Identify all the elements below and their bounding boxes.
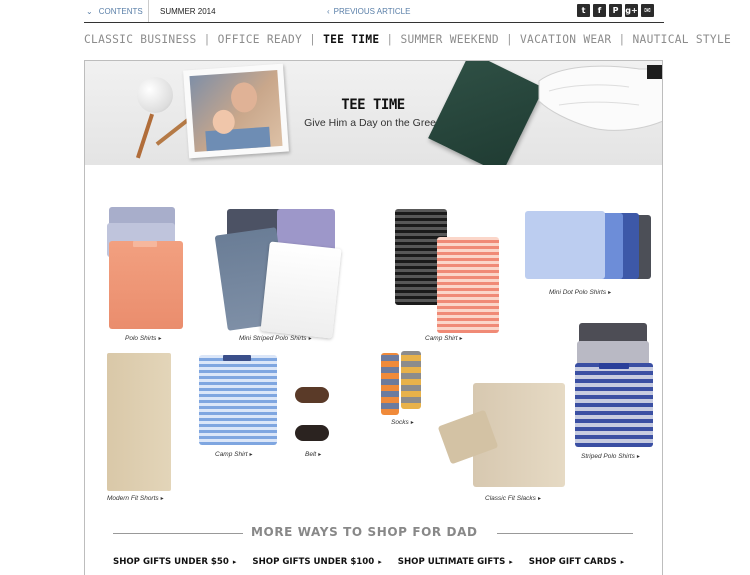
more-ways-section-heading: MORE WAYS TO SHOP FOR DAD	[113, 525, 633, 541]
shop-gifts-under-50-link[interactable]: SHOP GIFTS UNDER $50 ▸	[113, 557, 236, 567]
shop-gifts-under-100-link[interactable]: SHOP GIFTS UNDER $100 ▸	[252, 557, 381, 567]
nav-separator: |	[203, 32, 211, 46]
twitter-icon[interactable]: t	[577, 4, 590, 17]
chevron-left-icon: ‹	[327, 7, 330, 16]
socks-image	[381, 353, 399, 415]
product-modern-fit-shorts[interactable]: Modern Fit Shorts ▸	[101, 349, 191, 509]
divider	[113, 533, 243, 534]
nav-separator: |	[505, 32, 513, 46]
category-tee-time[interactable]: TEE TIME	[323, 33, 379, 46]
content-frame: TEE TIME Give Him a Day on the Green Pol…	[84, 60, 663, 575]
product-polo-shirts[interactable]: Polo Shirts ▸	[103, 201, 183, 342]
collar-detail	[223, 355, 251, 361]
product-mini-dot-polo-shirts[interactable]: Mini Dot Polo Shirts ▸	[523, 207, 659, 307]
product-striped-polo-shirts[interactable]: Striped Polo Shirts ▸	[573, 321, 663, 467]
previous-article-link[interactable]: ‹ PREVIOUS ARTICLE	[327, 7, 410, 16]
divider	[497, 533, 633, 534]
product-label[interactable]: Classic Fit Slacks ▸	[485, 495, 541, 502]
product-label[interactable]: Belt ▸	[305, 451, 321, 458]
category-classic-business[interactable]: CLASSIC BUSINESS	[84, 33, 197, 46]
hero-banner: TEE TIME Give Him a Day on the Green	[85, 61, 662, 165]
category-nautical-style[interactable]: NAUTICAL STYLE	[633, 33, 732, 46]
shop-links: SHOP GIFTS UNDER $50 ▸ SHOP GIFTS UNDER $…	[113, 557, 653, 567]
polo-shirt-image	[575, 363, 653, 447]
shorts-image	[107, 353, 171, 491]
section-heading: MORE WAYS TO SHOP FOR DAD	[251, 525, 478, 539]
camp-shirt-image	[199, 355, 277, 445]
collar-detail	[133, 241, 157, 247]
shop-gift-cards-link[interactable]: SHOP GIFT CARDS ▸	[529, 557, 624, 567]
product-label[interactable]: Camp Shirt ▸	[425, 335, 463, 342]
product-mini-striped-polo-shirts[interactable]: Mini Striped Polo Shirts ▸	[214, 201, 365, 342]
banner-title: TEE TIME	[341, 97, 405, 113]
product-label[interactable]: Polo Shirts ▸	[125, 335, 161, 342]
product-label[interactable]: Socks ▸	[391, 419, 414, 426]
facebook-icon[interactable]: f	[593, 4, 606, 17]
top-bar: ⌄ CONTENTS SUMMER 2014 ‹ PREVIOUS ARTICLE…	[84, 0, 664, 23]
chevron-down-icon: ⌄	[86, 6, 93, 16]
issue-label: SUMMER 2014	[160, 7, 216, 16]
shop-ultimate-gifts-link[interactable]: SHOP ULTIMATE GIFTS ▸	[398, 557, 513, 567]
social-share-bar: t f P g+ ✉	[577, 4, 654, 17]
category-nav: CLASSIC BUSINESS | OFFICE READY | TEE TI…	[84, 28, 731, 50]
golf-ball-image	[137, 77, 173, 113]
golf-glove-image	[538, 65, 662, 131]
google-plus-icon[interactable]: g+	[625, 4, 638, 17]
camp-shirt-image	[437, 237, 499, 333]
product-label[interactable]: Striped Polo Shirts ▸	[581, 453, 640, 460]
category-summer-weekend[interactable]: SUMMER WEEKEND	[400, 33, 499, 46]
product-label[interactable]: Modern Fit Shorts ▸	[107, 495, 164, 502]
contents-label: CONTENTS	[98, 6, 143, 16]
product-belt[interactable]: Belt ▸	[291, 381, 341, 465]
category-office-ready[interactable]: OFFICE READY	[218, 33, 302, 46]
scorecard-holder-image	[428, 61, 544, 165]
product-camp-shirt-blue[interactable]: Camp Shirt ▸	[195, 351, 281, 461]
category-vacation-wear[interactable]: VACATION WEAR	[520, 33, 611, 46]
socks-image	[401, 351, 421, 409]
product-label[interactable]: Camp Shirt ▸	[215, 451, 253, 458]
collar-detail	[599, 363, 629, 369]
contents-link[interactable]: ⌄ CONTENTS	[84, 0, 149, 22]
pinterest-icon[interactable]: P	[609, 4, 622, 17]
product-socks[interactable]: Socks ▸	[377, 349, 437, 429]
polo-shirt-image	[109, 241, 183, 329]
previous-article-label: PREVIOUS ARTICLE	[333, 7, 411, 16]
banner-subtitle: Give Him a Day on the Green	[304, 117, 442, 129]
product-label[interactable]: Mini Striped Polo Shirts ▸	[239, 335, 312, 342]
family-photo-image	[183, 63, 289, 159]
product-camp-shirt[interactable]: Camp Shirt ▸	[385, 201, 515, 342]
product-classic-fit-slacks[interactable]: Classic Fit Slacks ▸	[437, 379, 571, 509]
nav-separator: |	[618, 32, 626, 46]
polo-shirt-image	[525, 211, 605, 279]
belt-image	[295, 425, 329, 441]
nav-separator: |	[386, 32, 394, 46]
email-icon[interactable]: ✉	[641, 4, 654, 17]
belt-image	[295, 387, 329, 403]
product-label[interactable]: Mini Dot Polo Shirts ▸	[549, 289, 611, 296]
nav-separator: |	[309, 32, 317, 46]
golf-tee-image	[135, 113, 155, 159]
polo-shirt-image	[260, 241, 342, 339]
